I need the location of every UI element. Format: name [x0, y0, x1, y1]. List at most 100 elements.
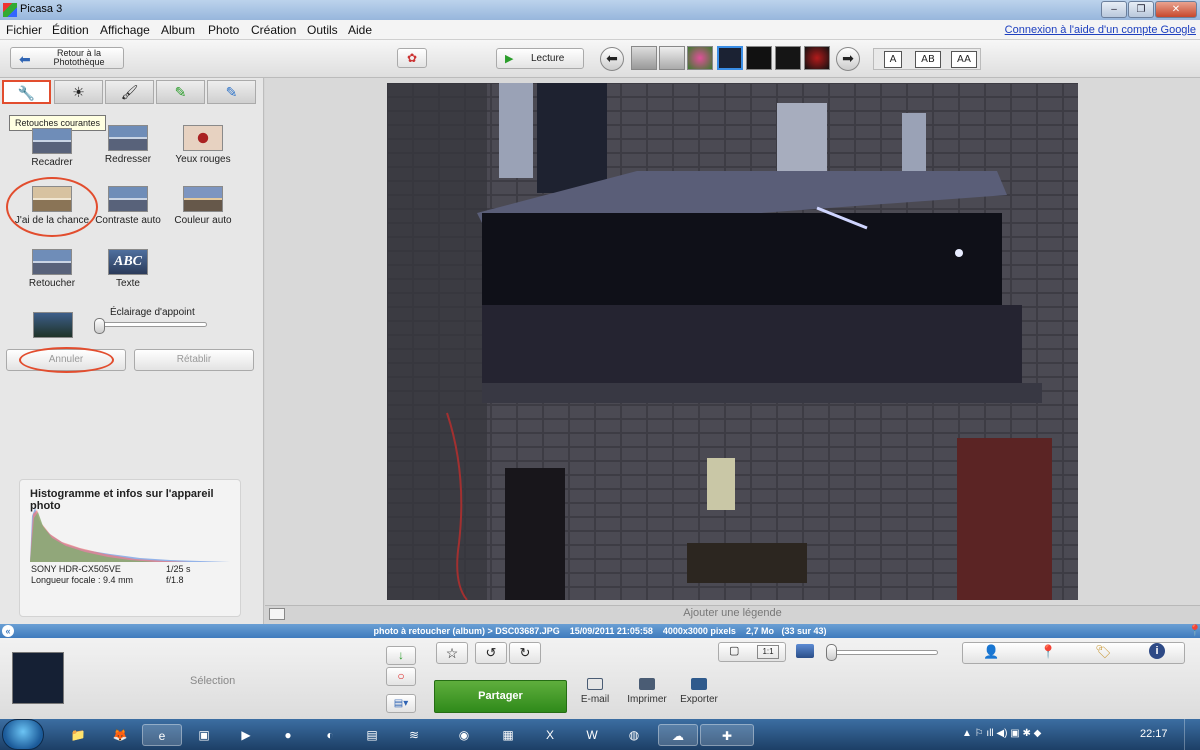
- caption-mode-aa[interactable]: AA: [951, 51, 977, 68]
- info-dimensions: 4000x3000 pixels: [662, 626, 736, 636]
- back-to-library-button[interactable]: ⬅ Retour à la Photothèque: [10, 47, 124, 69]
- filmstrip-thumb[interactable]: [631, 46, 657, 70]
- excel-icon[interactable]: X: [530, 724, 570, 746]
- maximize-button[interactable]: ❐: [1128, 1, 1154, 18]
- start-orb-icon[interactable]: [2, 719, 44, 750]
- rotate-right-icon[interactable]: ↻: [509, 642, 541, 664]
- rotate-left-icon[interactable]: ↺: [475, 642, 507, 664]
- clear-selection-icon[interactable]: ○: [386, 667, 416, 686]
- app-icon[interactable]: ◐: [310, 724, 350, 746]
- straighten-tool[interactable]: Redresser: [88, 125, 168, 165]
- caption-bar[interactable]: Ajouter une légende: [265, 605, 1200, 622]
- messenger-icon[interactable]: ☁: [658, 724, 698, 746]
- close-button[interactable]: ✕: [1155, 1, 1197, 18]
- tab-effects[interactable]: 🖌: [105, 80, 154, 104]
- print-button[interactable]: Imprimer: [624, 678, 670, 705]
- auto-color-tool[interactable]: Couleur auto: [163, 186, 243, 226]
- tab-effects-2[interactable]: ✎: [156, 80, 205, 104]
- previous-photo-icon[interactable]: ⬅: [600, 47, 624, 71]
- auto-contrast-tool[interactable]: Contraste auto: [88, 186, 168, 226]
- email-button[interactable]: E-mail: [578, 678, 612, 705]
- tab-tuning[interactable]: ☀: [54, 80, 103, 104]
- app-icon[interactable]: ◍: [614, 724, 654, 746]
- show-desktop-button[interactable]: [1184, 719, 1200, 750]
- caption-mode-ab[interactable]: AB: [915, 51, 941, 68]
- app-icon[interactable]: ▤: [352, 724, 392, 746]
- straighten-label: Redresser: [104, 154, 152, 165]
- app-icon[interactable]: ≋: [394, 724, 434, 746]
- hold-pin-icon[interactable]: ↓: [386, 646, 416, 665]
- crop-tool[interactable]: Recadrer: [12, 128, 92, 168]
- tag-icon[interactable]: 🏷: [1095, 644, 1112, 660]
- redeye-tool[interactable]: Yeux rouges: [163, 125, 243, 165]
- menu-album[interactable]: Album: [161, 23, 195, 37]
- menu-bar: Fichier Édition Affichage Album Photo Cr…: [0, 20, 1200, 40]
- fit-zoom-button[interactable]: ▢: [729, 644, 739, 657]
- share-button[interactable]: Partager: [434, 680, 567, 713]
- google-help-link[interactable]: Connexion à l'aide d'un compte Google: [1005, 24, 1196, 36]
- text-label: Texte: [116, 278, 140, 289]
- shuffle-icon[interactable]: ✿: [397, 48, 427, 68]
- minimize-button[interactable]: –: [1101, 1, 1127, 18]
- main-photo[interactable]: [387, 83, 1078, 600]
- people-icon[interactable]: 👤: [983, 644, 999, 660]
- filmstrip-thumb-selected[interactable]: [717, 46, 743, 70]
- filmstrip-thumb[interactable]: [659, 46, 685, 70]
- zoom-slider-handle[interactable]: [826, 644, 837, 661]
- filmstrip-thumb[interactable]: [746, 46, 772, 70]
- menu-affichage[interactable]: Affichage: [100, 23, 150, 37]
- menu-outils[interactable]: Outils: [307, 23, 338, 37]
- menu-photo[interactable]: Photo: [208, 23, 239, 37]
- album-dropdown-icon[interactable]: ▤▾: [386, 694, 416, 713]
- toolbar: ⬅ Retour à la Photothèque ✿ ▶ Lecture ⬅ …: [0, 40, 1200, 78]
- text-tool[interactable]: ABC Texte: [88, 249, 168, 289]
- filmstrip-thumb[interactable]: [687, 46, 713, 70]
- play-label: Lecture: [531, 53, 565, 64]
- windows-taskbar: 📁 🦊 e ▣ ▶ ● ◐ ▤ ≋ ◉ ▦ X W ◍ ☁ ✚ ▲ ⚐ ıll …: [0, 719, 1200, 750]
- app-icon[interactable]: ▣: [184, 724, 224, 746]
- picasa-task-icon[interactable]: ✚: [700, 724, 754, 746]
- calc-icon[interactable]: ▦: [488, 724, 528, 746]
- word-icon[interactable]: W: [572, 724, 612, 746]
- next-photo-icon[interactable]: ➡: [836, 47, 860, 71]
- menu-fichier[interactable]: Fichier: [6, 23, 42, 37]
- sun-icon: ☀: [72, 84, 85, 100]
- filmstrip-thumb[interactable]: [775, 46, 801, 70]
- tab-effects-3[interactable]: ✎: [207, 80, 256, 104]
- menu-aide[interactable]: Aide: [348, 23, 372, 37]
- fill-light-slider-handle[interactable]: [94, 318, 105, 334]
- system-tray-icons[interactable]: ▲ ⚐ ıll ◀) ▣ ✱ ◆: [962, 728, 1041, 739]
- back-label: Retour à la Photothèque: [53, 48, 105, 67]
- caption-mode-a[interactable]: A: [884, 51, 902, 68]
- actual-size-button[interactable]: 1:1: [757, 645, 779, 659]
- filmstrip-thumb[interactable]: [804, 46, 830, 70]
- redo-button[interactable]: Rétablir: [134, 349, 254, 371]
- firefox-icon[interactable]: 🦊: [100, 724, 140, 746]
- selection-thumbnail[interactable]: [12, 652, 64, 704]
- bottom-panel: Sélection ↓ ○ ▤▾ ☆ ↺ ↻ Partager E-mail I…: [0, 638, 1200, 719]
- retouch-tool[interactable]: Retoucher: [12, 249, 92, 289]
- export-button[interactable]: Exporter: [678, 678, 720, 705]
- straighten-icon: [108, 125, 148, 151]
- menu-edition[interactable]: Édition: [52, 23, 89, 37]
- app-icon[interactable]: ●: [268, 724, 308, 746]
- zoom-slider[interactable]: [826, 650, 938, 655]
- play-slideshow-button[interactable]: ▶ Lecture: [496, 48, 584, 69]
- fill-light-slider[interactable]: [97, 322, 207, 327]
- clock: 22:17: [1140, 728, 1168, 740]
- camera-model: SONY HDR-CX505VE: [31, 564, 121, 574]
- explorer-icon[interactable]: 📁: [58, 724, 98, 746]
- caption-icon[interactable]: [269, 608, 285, 620]
- collapse-left-icon[interactable]: «: [2, 625, 14, 637]
- menu-creation[interactable]: Création: [251, 23, 296, 37]
- map-pin-icon[interactable]: 📍: [1040, 644, 1056, 660]
- media-icon[interactable]: ▶: [226, 724, 266, 746]
- arrow-left-icon: ⬅: [19, 51, 31, 67]
- info-icon[interactable]: i: [1149, 643, 1165, 659]
- tab-basic-fixes[interactable]: 🔧: [2, 80, 51, 104]
- ie-icon[interactable]: e: [142, 724, 182, 746]
- export-label: Exporter: [680, 694, 718, 705]
- color-icon: [183, 186, 223, 212]
- star-icon[interactable]: ☆: [436, 642, 468, 664]
- chrome-icon[interactable]: ◉: [444, 724, 484, 746]
